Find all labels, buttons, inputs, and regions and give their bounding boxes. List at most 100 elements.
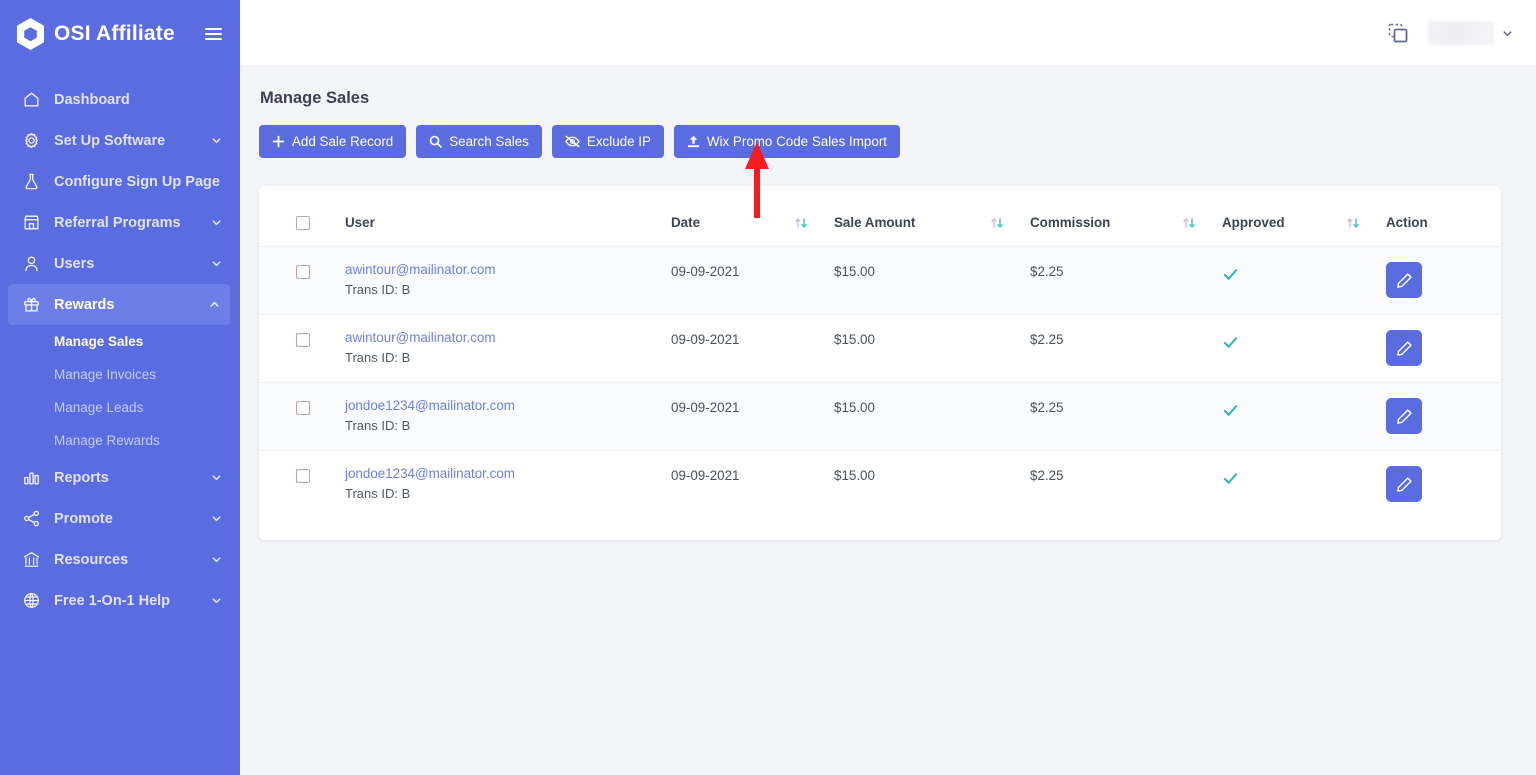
- sidebar-item-label: Promote: [54, 510, 113, 527]
- pencil-icon: [1396, 408, 1412, 424]
- copy-duplicate-icon[interactable]: [1386, 21, 1410, 45]
- sidebar-item-label: Free 1-On-1 Help: [54, 592, 171, 609]
- main-area: Manage Sales Add Sale Record Search Sale…: [240, 0, 1536, 775]
- avatar: [1428, 21, 1494, 45]
- edit-button[interactable]: [1386, 398, 1422, 434]
- chevron-down-icon[interactable]: [1502, 28, 1513, 39]
- column-commission[interactable]: Commission: [1030, 186, 1222, 247]
- cell-sale-amount: $15.00: [834, 332, 875, 347]
- row-checkbox[interactable]: [296, 401, 310, 415]
- column-select-all: [259, 186, 345, 247]
- person-icon: [25, 256, 38, 272]
- column-sale-amount[interactable]: Sale Amount: [834, 186, 1030, 247]
- column-label: Date: [671, 215, 701, 230]
- exclude-ip-button[interactable]: Exclude IP: [551, 125, 664, 158]
- store-icon: [24, 215, 39, 230]
- cell-action: [1386, 383, 1501, 451]
- search-icon: [429, 135, 443, 148]
- sidebar-subitem-manage-leads[interactable]: Manage Leads: [0, 391, 240, 424]
- cell-date: 09-09-2021: [671, 264, 740, 279]
- sidebar-item-referral-programs[interactable]: Referral Programs: [0, 202, 240, 243]
- column-label: User: [345, 215, 375, 230]
- row-select-cell: [259, 451, 345, 519]
- sidebar-subitem-manage-sales[interactable]: Manage Sales: [0, 325, 240, 358]
- cell-approved: [1222, 247, 1386, 315]
- cell-sale-amount: $15.00: [834, 468, 875, 483]
- sort-icon[interactable]: [1182, 216, 1196, 230]
- hamburger-menu-icon[interactable]: [203, 24, 224, 44]
- check-icon: [1223, 269, 1238, 280]
- column-action: Action: [1386, 186, 1501, 247]
- sidebar-item-promote[interactable]: Promote: [0, 498, 240, 539]
- table-header-row: User Date Sale Amount Commission Approve…: [259, 186, 1501, 247]
- user-menu[interactable]: [1428, 21, 1513, 45]
- check-icon: [1223, 405, 1238, 416]
- cell-approved: [1222, 451, 1386, 519]
- row-checkbox[interactable]: [296, 265, 310, 279]
- cell-action: [1386, 247, 1501, 315]
- row-checkbox[interactable]: [296, 333, 310, 347]
- table-row: awintour@mailinator.com Trans ID: B 09-0…: [259, 246, 1501, 315]
- pencil-icon: [1396, 272, 1412, 288]
- table-row: jondoe1234@mailinator.com Trans ID: B 09…: [259, 382, 1501, 451]
- sidebar-item-rewards[interactable]: Rewards: [8, 284, 230, 325]
- sidebar-item-resources[interactable]: Resources: [0, 539, 240, 580]
- user-email-link[interactable]: jondoe1234@mailinator.com: [345, 398, 671, 413]
- sidebar-subitem-manage-invoices[interactable]: Manage Invoices: [0, 358, 240, 391]
- edit-button[interactable]: [1386, 330, 1422, 366]
- sidebar-item-configure-sign-up-page[interactable]: Configure Sign Up Page: [0, 161, 240, 202]
- sort-icon[interactable]: [1346, 216, 1360, 230]
- cell-user: jondoe1234@mailinator.com Trans ID: B: [345, 383, 671, 451]
- sidebar-item-set-up-software[interactable]: Set Up Software: [0, 120, 240, 161]
- sidebar-item-label: Users: [54, 255, 95, 272]
- sidebar-subitem-manage-rewards[interactable]: Manage Rewards: [0, 424, 240, 457]
- cell-date: 09-09-2021: [671, 332, 740, 347]
- column-label: Action: [1386, 215, 1428, 230]
- bar-chart-icon: [24, 472, 39, 485]
- column-date[interactable]: Date: [671, 186, 834, 247]
- button-label: Add Sale Record: [292, 134, 394, 149]
- pencil-icon: [1396, 476, 1412, 492]
- share-nodes-icon: [24, 510, 39, 527]
- gift-icon: [24, 297, 39, 312]
- add-sale-record-button[interactable]: Add Sale Record: [259, 125, 407, 158]
- sidebar-item-reports[interactable]: Reports: [0, 457, 240, 498]
- brand-name: OSI Affiliate: [54, 21, 175, 45]
- search-sales-button[interactable]: Search Sales: [416, 125, 542, 158]
- sort-icon[interactable]: [990, 216, 1004, 230]
- home-icon: [24, 92, 39, 107]
- eye-slash-icon: [565, 135, 580, 148]
- hexagon-logo-icon: [16, 17, 45, 50]
- cell-commission: $2.25: [1030, 400, 1064, 415]
- table-row: jondoe1234@mailinator.com Trans ID: B 09…: [259, 450, 1501, 519]
- sort-icon[interactable]: [794, 216, 808, 230]
- transaction-id: Trans ID: B: [345, 282, 411, 297]
- sidebar-item-free-help[interactable]: Free 1-On-1 Help: [0, 580, 240, 621]
- sidebar-item-dashboard[interactable]: Dashboard: [0, 79, 240, 120]
- cell-action: [1386, 315, 1501, 383]
- user-email-link[interactable]: jondoe1234@mailinator.com: [345, 466, 671, 481]
- table-header: User Date Sale Amount Commission Approve…: [259, 186, 1501, 247]
- row-select-cell: [259, 383, 345, 451]
- edit-button[interactable]: [1386, 262, 1422, 298]
- sidebar-nav: Dashboard Set Up Software Configure Sign…: [0, 67, 240, 621]
- cell-user: awintour@mailinator.com Trans ID: B: [345, 315, 671, 383]
- user-email-link[interactable]: awintour@mailinator.com: [345, 262, 671, 277]
- row-select-cell: [259, 247, 345, 315]
- check-icon: [1223, 473, 1238, 484]
- user-email-link[interactable]: awintour@mailinator.com: [345, 330, 671, 345]
- transaction-id: Trans ID: B: [345, 486, 411, 501]
- wix-promo-code-sales-import-button[interactable]: Wix Promo Code Sales Import: [673, 125, 900, 158]
- button-label: Search Sales: [449, 134, 529, 149]
- row-checkbox[interactable]: [296, 469, 310, 483]
- flask-icon: [25, 173, 38, 190]
- cell-user: jondoe1234@mailinator.com Trans ID: B: [345, 451, 671, 519]
- select-all-checkbox[interactable]: [296, 215, 310, 230]
- brand-header: OSI Affiliate: [0, 0, 240, 67]
- edit-button[interactable]: [1386, 466, 1422, 502]
- app-root: OSI Affiliate Dashboard Set Up Software: [0, 0, 1536, 775]
- cell-sale-amount: $15.00: [834, 264, 875, 279]
- sidebar-item-users[interactable]: Users: [0, 243, 240, 284]
- page-title: Manage Sales: [260, 89, 370, 107]
- column-approved[interactable]: Approved: [1222, 186, 1386, 247]
